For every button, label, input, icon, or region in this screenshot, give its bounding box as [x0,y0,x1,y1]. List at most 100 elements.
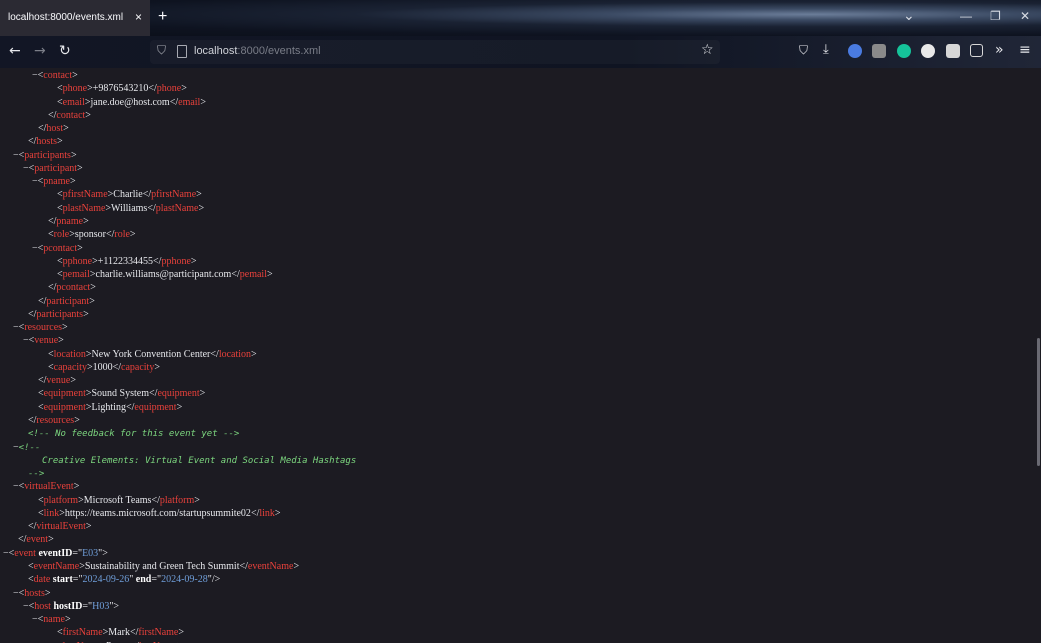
xml-tag-name: equipment [43,401,86,413]
app-menu-icon[interactable]: ≡ [1019,42,1031,58]
grammarly-icon[interactable] [897,44,911,58]
xml-viewer: −<contact> <phone>+9876543210</phone> <ema… [0,68,1041,643]
xml-tag-name: pcontact [56,282,91,294]
xml-line: <firstName>Mark</firstName> [57,626,184,639]
xml-text: Charlie [113,189,143,201]
xml-bracket: </ [148,83,157,95]
xml-line: −<host hostID="H03"> [23,600,119,613]
xml-tag-name: contact [43,70,73,81]
xml-line: <lastName>Peters</lastName> [57,640,182,643]
xml-tag-name: pemail [62,269,90,281]
xml-bracket: </ [147,202,156,214]
xml-tag-name: date [33,574,51,586]
xml-line: <role>sponsor</role> [48,228,136,241]
xml-tag-name: hosts [36,136,57,148]
xml-bracket: > [73,481,80,493]
xml-tag-name: venue [34,335,59,347]
xml-line: </participants> [28,308,89,321]
xml-bracket: > [77,242,83,254]
xml-bracket: > [69,176,76,188]
xml-bracket: > [44,587,51,599]
xml-text: Microsoft Teams [83,494,152,506]
close-window-icon[interactable]: ✕ [1020,9,1030,23]
xml-bracket: > [198,202,205,214]
xml-tag-name: participant [34,162,78,174]
xml-text: Williams [111,202,148,214]
xml-line: −<!-- [13,441,40,454]
xml-bracket: > [64,614,71,626]
xml-line: <location>New York Convention Center</lo… [48,348,257,361]
downloads-icon[interactable]: ⤓ [823,42,829,57]
xml-bracket: > [48,534,54,546]
restore-icon[interactable]: ❐ [990,9,1001,23]
new-tab-icon[interactable]: + [158,8,167,26]
xml-bracket: "/> [207,574,221,586]
back-icon[interactable]: ← [9,43,21,59]
xml-bracket: > [266,269,273,281]
xml-bracket: </ [231,269,240,281]
xml-bracket: </ [239,560,248,572]
xml-tag-name: link [259,507,275,519]
extension-r-icon[interactable] [872,44,886,58]
xml-line: <equipment>Sound System</equipment> [38,387,205,400]
vertical-scrollbar[interactable] [1037,338,1040,466]
xml-bracket: > [154,361,160,373]
xml-line: −<venue> [23,334,64,347]
xml-line: <platform>Microsoft Teams</platform> [38,494,200,507]
xml-tag-name: contact [56,109,86,121]
xml-bracket: > [196,189,202,201]
xml-tag-name: platform [43,494,79,506]
xml-tag-name: link [43,507,60,519]
pocket-icon[interactable]: ⛉ [799,43,808,58]
xml-text: Sustainability and Green Tech Summit [84,560,240,572]
tracking-shield-icon[interactable]: ⛉ [157,43,166,58]
xml-bracket: "> [98,547,108,559]
xml-comment: <!-- No feedback for this event yet --> [28,429,240,440]
tab-title: localhost:8000/events.xml [8,12,124,23]
list-all-tabs-icon[interactable]: ⌄ [903,7,915,24]
bookmark-star-icon[interactable]: ☆ [701,42,714,58]
xml-text: +9876543210 [92,83,149,95]
xml-bracket: > [199,388,206,400]
xml-tag-name: pfirstName [151,189,197,201]
xml-line: </resources> [28,414,80,427]
tab-close-icon[interactable]: × [135,10,142,24]
xml-tag-name: firstName [138,627,179,639]
xml-tag-name: event [14,547,36,559]
xml-tag-name: pfirstName [62,189,108,201]
xml-bracket: > [85,109,91,121]
xml-tag-name: pemail [239,269,267,281]
extension-window-icon[interactable] [946,44,960,58]
xml-attribute-name: start [50,574,73,586]
xml-text: Mark [108,627,130,639]
xml-line: <eventName>Sustainability and Green Tech… [28,560,299,573]
xml-comment: <!-- [18,442,41,453]
xml-line: Creative Elements: Virtual Event and Soc… [42,454,356,467]
xml-tag-name: host [46,123,64,135]
xml-bracket: > [181,83,187,95]
xml-bracket: > [58,335,64,347]
xml-line: −<pcontact> [32,242,83,255]
xml-text: https://teams.microsoft.com/startupsummi… [64,507,251,519]
xml-bracket: </ [151,494,160,506]
reload-icon[interactable]: ↻ [59,43,71,59]
url-text[interactable]: localhost:8000/events.xml [194,45,321,57]
xml-tag-name: pname [56,215,84,227]
url-path: :8000/events.xml [237,45,321,57]
xml-line: </pname> [48,215,89,228]
minimize-icon[interactable]: — [960,9,972,23]
xml-tag-name: resources [36,415,75,427]
more-tools-icon[interactable]: » [995,42,1004,58]
xml-text: Sound System [91,388,150,400]
xml-tag-name: plastName [62,202,106,214]
forward-icon[interactable]: → [34,43,46,59]
xml-tag-name: pphone [161,255,191,267]
xml-line: </hosts> [28,135,63,148]
xml-line: </host> [38,122,69,135]
extension-s-icon[interactable] [921,44,935,58]
tab-events-xml[interactable]: localhost:8000/events.xml × [0,0,150,36]
xml-line: <capacity>1000</capacity> [48,361,160,374]
extensions-puzzle-icon[interactable] [970,44,983,57]
extension-b-icon[interactable] [848,44,862,58]
xml-tag-name: platform [159,494,195,506]
